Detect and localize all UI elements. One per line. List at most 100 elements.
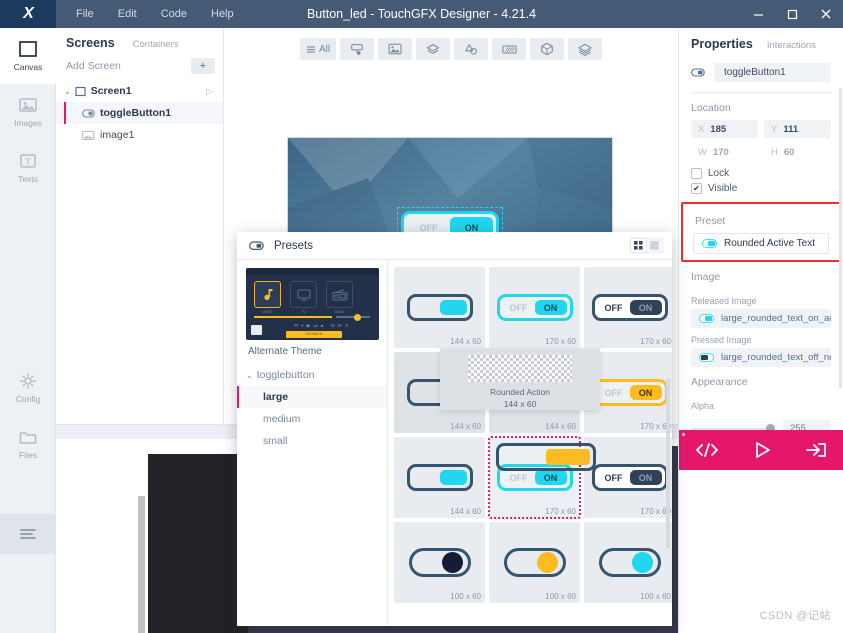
menu-code[interactable]: Code bbox=[149, 0, 199, 28]
preset-cell[interactable]: OFF ON 170 x 60 bbox=[584, 437, 672, 518]
preset-cell[interactable]: 144 x 60 bbox=[394, 437, 485, 518]
preset-cell[interactable]: OFF ON 170 x 60 bbox=[584, 267, 672, 348]
y-field[interactable]: Y 111 bbox=[764, 120, 831, 138]
square-icon bbox=[19, 41, 37, 57]
grid-view-button[interactable] bbox=[631, 239, 646, 252]
image-icon bbox=[82, 130, 95, 140]
window-controls bbox=[741, 0, 843, 28]
stack-button[interactable] bbox=[568, 38, 603, 60]
x-field[interactable]: X 185 bbox=[691, 120, 758, 138]
folder-icon bbox=[19, 432, 37, 444]
rail-item-canvas[interactable]: Canvas bbox=[0, 28, 56, 84]
code-icon bbox=[695, 443, 718, 457]
maximize-button[interactable] bbox=[775, 0, 809, 28]
tab-containers[interactable]: Containers bbox=[133, 39, 179, 50]
gear-icon bbox=[20, 373, 36, 389]
preset-selector[interactable]: Rounded Active Text bbox=[693, 233, 829, 254]
presets-sidebar: MUSIC TV RADIO ⏮ ⏸ ▶ ⏭ ⏹ ⟲ ⟳ ✕ GO BACK A… bbox=[237, 260, 388, 626]
texture-button[interactable] bbox=[492, 38, 527, 60]
released-image-value: large_rounded_text_on_active... bbox=[721, 313, 831, 324]
image-button[interactable] bbox=[378, 38, 413, 60]
w-field: W 170 bbox=[691, 143, 758, 161]
theme-tile-radio bbox=[326, 281, 353, 308]
play-screen-icon[interactable]: ▷ bbox=[206, 86, 213, 97]
lock-row[interactable]: Lock bbox=[679, 166, 843, 181]
theme-volume-knob bbox=[354, 313, 361, 321]
widget-name-field[interactable]: toggleButton1 bbox=[714, 63, 831, 82]
preset-off-label: OFF bbox=[604, 387, 623, 398]
list-view-button[interactable] bbox=[647, 239, 662, 252]
add-screen-button[interactable]: + bbox=[191, 58, 215, 74]
preset-highlight-box: Preset Rounded Active Text bbox=[681, 202, 841, 262]
preset-tree-large[interactable]: large bbox=[237, 386, 387, 408]
theme-tile-music bbox=[254, 281, 281, 308]
grid-view-icon bbox=[634, 241, 643, 250]
h-value: 60 bbox=[783, 146, 795, 158]
menu-edit[interactable]: Edit bbox=[106, 0, 149, 28]
close-button[interactable] bbox=[809, 0, 843, 28]
preset-cell[interactable]: 100 x 60 bbox=[489, 522, 580, 603]
rail-label-texts: Texts bbox=[18, 174, 38, 184]
preset-tree-label-medium: medium bbox=[263, 413, 301, 425]
chevron-down-icon[interactable]: ⌄ bbox=[64, 87, 71, 96]
shape-button[interactable] bbox=[454, 38, 489, 60]
preset-tree-small[interactable]: small bbox=[237, 430, 387, 452]
dark-backdrop-left bbox=[148, 454, 248, 633]
box3d-button[interactable] bbox=[530, 38, 565, 60]
properties-scrollbar[interactable] bbox=[839, 88, 842, 388]
lock-checkbox[interactable] bbox=[691, 168, 702, 179]
tree-item-screen1[interactable]: ⌄ Screen1 ▷ bbox=[56, 80, 223, 102]
released-image-field[interactable]: large_rounded_text_on_active... bbox=[691, 309, 831, 328]
w-value: 170 bbox=[712, 146, 729, 158]
preset-tree-medium[interactable]: medium bbox=[237, 408, 387, 430]
tree-item-togglebutton1[interactable]: toggleButton1 bbox=[56, 102, 223, 124]
layers-button[interactable] bbox=[416, 38, 451, 60]
rail-item-config[interactable]: Config bbox=[0, 360, 56, 416]
tab-interactions[interactable]: Interactions bbox=[767, 40, 816, 51]
presets-scrollbar[interactable] bbox=[666, 378, 670, 548]
minimize-button[interactable] bbox=[741, 0, 775, 28]
visible-row[interactable]: ✔ Visible bbox=[679, 181, 843, 196]
screens-panel: Screens Containers Add Screen + ⌄ Screen… bbox=[56, 28, 224, 439]
chevron-down-icon[interactable]: ⌄ bbox=[246, 371, 253, 380]
theme-card[interactable]: MUSIC TV RADIO ⏮ ⏸ ▶ ⏭ ⏹ ⟲ ⟳ ✕ GO BACK A… bbox=[237, 260, 387, 357]
pressed-image-field[interactable]: large_rounded_text_off_norm... bbox=[691, 348, 831, 367]
presets-grid: 144 x 60 OFF ON 170 x 60 OFF ON 170 x 60… bbox=[394, 267, 672, 603]
preset-cell[interactable]: OFF ON 170 x 60 bbox=[489, 267, 580, 348]
preset-tree-togglebutton[interactable]: ⌄ togglebutton bbox=[237, 364, 387, 386]
rail-item-texts[interactable]: T Texts bbox=[0, 140, 56, 196]
filter-all-button[interactable]: All bbox=[299, 38, 337, 60]
rail-item-files[interactable]: Files bbox=[0, 416, 56, 472]
canvas-scrollbar[interactable] bbox=[138, 496, 145, 633]
rail-label-config: Config bbox=[15, 394, 41, 404]
tree-item-image1[interactable]: image1 bbox=[56, 124, 223, 146]
add-screen-label[interactable]: Add Screen bbox=[66, 60, 121, 72]
tree-label-screen1: Screen1 bbox=[90, 85, 132, 97]
preset-cell[interactable]: 100 x 60 bbox=[394, 522, 485, 603]
rail-item-menu[interactable] bbox=[0, 514, 56, 554]
touch-icon bbox=[351, 44, 363, 55]
menu-help[interactable]: Help bbox=[199, 0, 246, 28]
add-screen-row: Add Screen + bbox=[56, 56, 223, 80]
tab-screens[interactable]: Screens bbox=[66, 36, 115, 50]
presets-dialog: Presets MUSIC TV RADIO ⏮ ⏸ ▶ ⏭ ⏹ ⟲ ⟳ ✕ G… bbox=[237, 232, 672, 626]
interaction-button[interactable] bbox=[340, 38, 375, 60]
play-icon bbox=[755, 442, 770, 458]
released-image-label: Released Image bbox=[691, 296, 757, 306]
presets-dialog-title: Presets bbox=[274, 239, 313, 252]
rail-item-images[interactable]: Images bbox=[0, 84, 56, 140]
generate-code-button[interactable] bbox=[679, 430, 734, 470]
run-simulator-button[interactable] bbox=[734, 430, 789, 470]
theme-tile-tv bbox=[290, 281, 317, 308]
preset-size: 100 x 60 bbox=[640, 592, 671, 601]
theme-progress-bar bbox=[254, 316, 332, 318]
preset-cell[interactable]: 144 x 60 bbox=[394, 267, 485, 348]
presets-grid-container: 144 x 60 OFF ON 170 x 60 OFF ON 170 x 60… bbox=[388, 260, 672, 626]
tab-properties[interactable]: Properties bbox=[691, 37, 753, 51]
menu-file[interactable]: File bbox=[64, 0, 106, 28]
run-target-button[interactable] bbox=[789, 430, 843, 470]
visible-checkbox[interactable]: ✔ bbox=[691, 183, 702, 194]
preset-cell[interactable]: 100 x 60 bbox=[584, 522, 672, 603]
preset-on-label: ON bbox=[629, 385, 662, 400]
preset-size: 144 x 60 bbox=[450, 422, 481, 431]
